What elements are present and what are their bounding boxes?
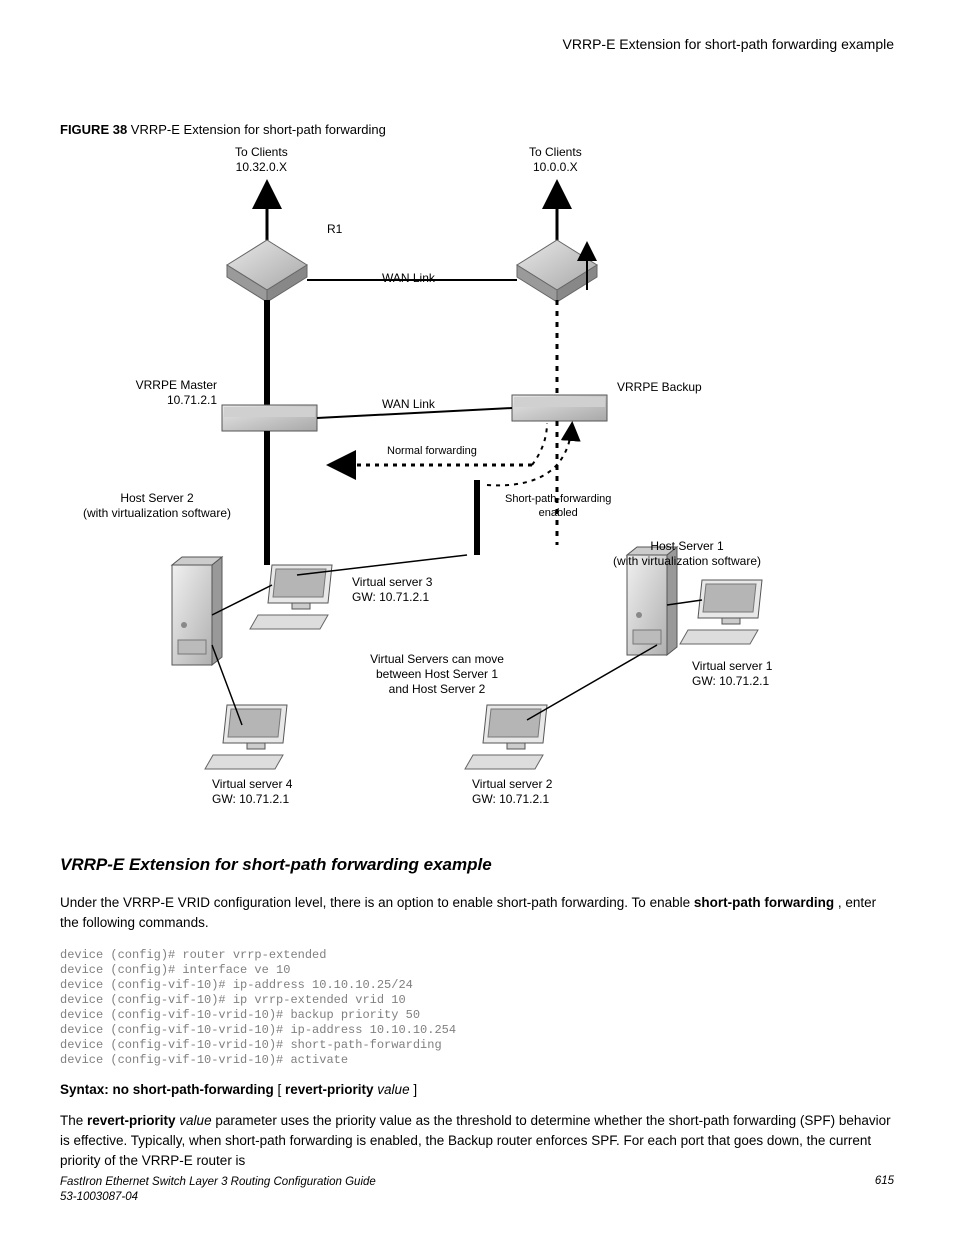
virtual-server-3: Virtual server 3 GW: 10.71.2.1 — [352, 575, 432, 605]
r1-label: R1 — [327, 222, 342, 237]
vrrpe-backup: VRRPE Backup — [617, 380, 702, 395]
section-heading: VRRP-E Extension for short-path forwardi… — [60, 855, 894, 875]
to-clients-left: To Clients 10.32.0.X — [235, 145, 288, 175]
normal-forwarding: Normal forwarding — [387, 445, 477, 459]
virtual-server-2-icon — [465, 705, 547, 769]
vrrpe-master: VRRPE Master 10.71.2.1 — [107, 378, 217, 408]
syntax-line: Syntax: no short-path-forwarding [ rever… — [60, 1082, 894, 1097]
wan-link-top: WAN Link — [382, 271, 435, 286]
intro-paragraph: Under the VRRP-E VRID configuration leve… — [60, 893, 894, 934]
footer-docnum: 53-1003087-04 — [60, 1191, 138, 1203]
page-number: 615 — [875, 1175, 894, 1205]
figure-caption: FIGURE 38 VRRP-E Extension for short-pat… — [60, 122, 894, 137]
host-server-2: Host Server 2 (with virtualization softw… — [67, 491, 247, 521]
to-clients-right: To Clients 10.0.0.X — [529, 145, 582, 175]
figure-caption-label: FIGURE 38 — [60, 122, 131, 137]
virtual-server-1-icon — [680, 580, 762, 644]
spf-enabled: Short-path-forwarding enabled — [505, 493, 611, 521]
virtual-server-3-icon — [250, 565, 332, 629]
virtual-server-1: Virtual server 1 GW: 10.71.2.1 — [692, 659, 772, 689]
figure-diagram: To Clients 10.32.0.X To Clients 10.0.0.X… — [127, 145, 827, 825]
footer-title: FastIron Ethernet Switch Layer 3 Routing… — [60, 1176, 376, 1188]
virtual-server-4-icon — [205, 705, 287, 769]
figure-caption-text: VRRP-E Extension for short-path forwardi… — [131, 122, 386, 137]
servers-can-move: Virtual Servers can move between Host Se… — [347, 652, 527, 697]
body-paragraph-2: The revert-priority value parameter uses… — [60, 1111, 894, 1172]
page-footer: FastIron Ethernet Switch Layer 3 Routing… — [60, 1175, 894, 1205]
virtual-server-4: Virtual server 4 GW: 10.71.2.1 — [212, 777, 292, 807]
running-header: VRRP-E Extension for short-path forwardi… — [60, 36, 894, 52]
wan-link-mid: WAN Link — [382, 397, 435, 412]
host-server-1: Host Server 1 (with virtualization softw… — [587, 539, 787, 569]
diagram-svg — [127, 145, 827, 825]
code-block: device (config)# router vrrp-extended de… — [60, 948, 894, 1068]
virtual-server-2: Virtual server 2 GW: 10.71.2.1 — [472, 777, 552, 807]
